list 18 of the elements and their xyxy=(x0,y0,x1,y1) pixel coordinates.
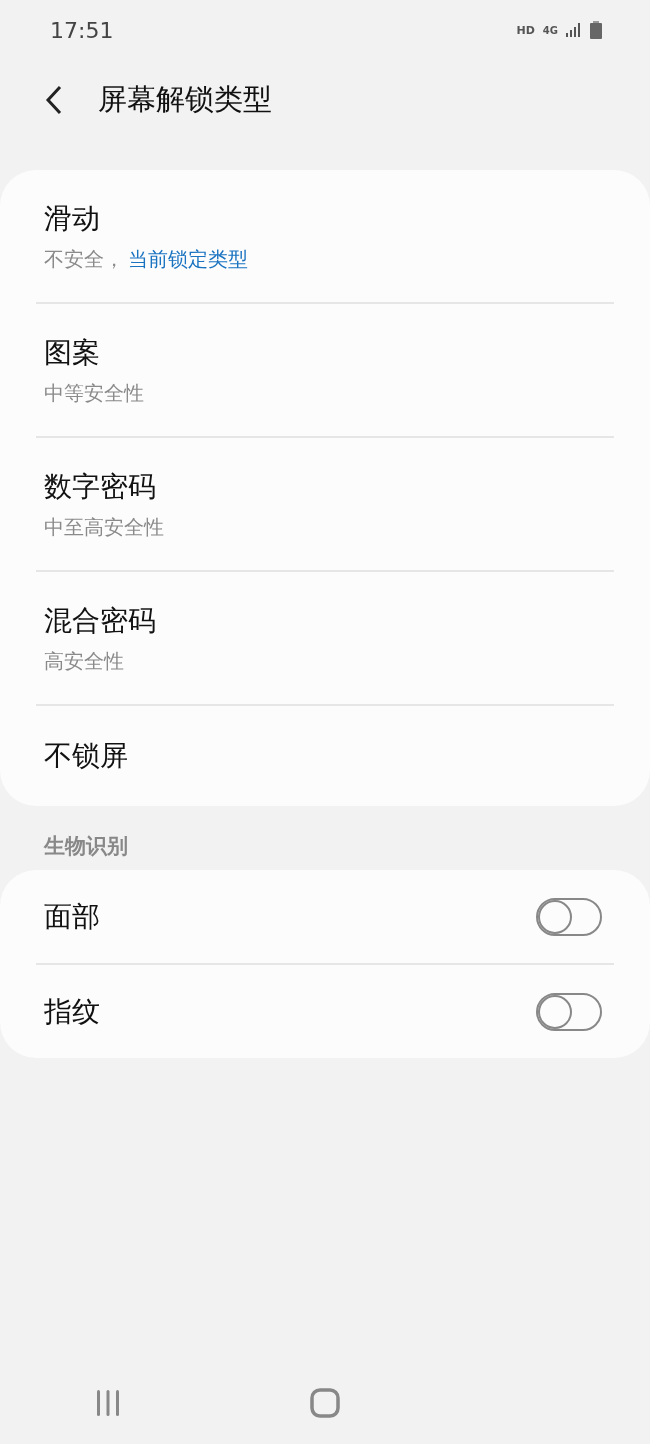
battery-icon xyxy=(590,21,602,39)
biometric-label: 面部 xyxy=(44,898,100,935)
status-time: 17:51 xyxy=(50,17,114,43)
biometric-label: 指纹 xyxy=(44,993,100,1030)
signal-icon xyxy=(566,23,582,37)
section-heading: 生物识别 xyxy=(42,833,129,860)
lock-type-item[interactable]: 混合密码 高安全性 xyxy=(0,572,650,704)
hd-indicator: HD xyxy=(516,23,535,37)
lock-type-item[interactable]: 图案 中等安全性 xyxy=(0,304,650,436)
toggle-switch[interactable] xyxy=(536,897,602,936)
lock-type-item[interactable]: 不锁屏 xyxy=(0,706,650,806)
home-icon[interactable] xyxy=(310,1388,340,1418)
recent-apps-icon[interactable] xyxy=(94,1389,122,1417)
network-indicator: 4G xyxy=(542,24,558,36)
toggle-switch[interactable] xyxy=(536,992,602,1031)
page-title: 屏幕解锁类型 xyxy=(98,81,272,118)
lock-type-item[interactable]: 数字密码 中至高安全性 xyxy=(0,438,650,570)
lock-type-item[interactable]: 滑动 不安全， 当前锁定类型 xyxy=(0,170,650,302)
